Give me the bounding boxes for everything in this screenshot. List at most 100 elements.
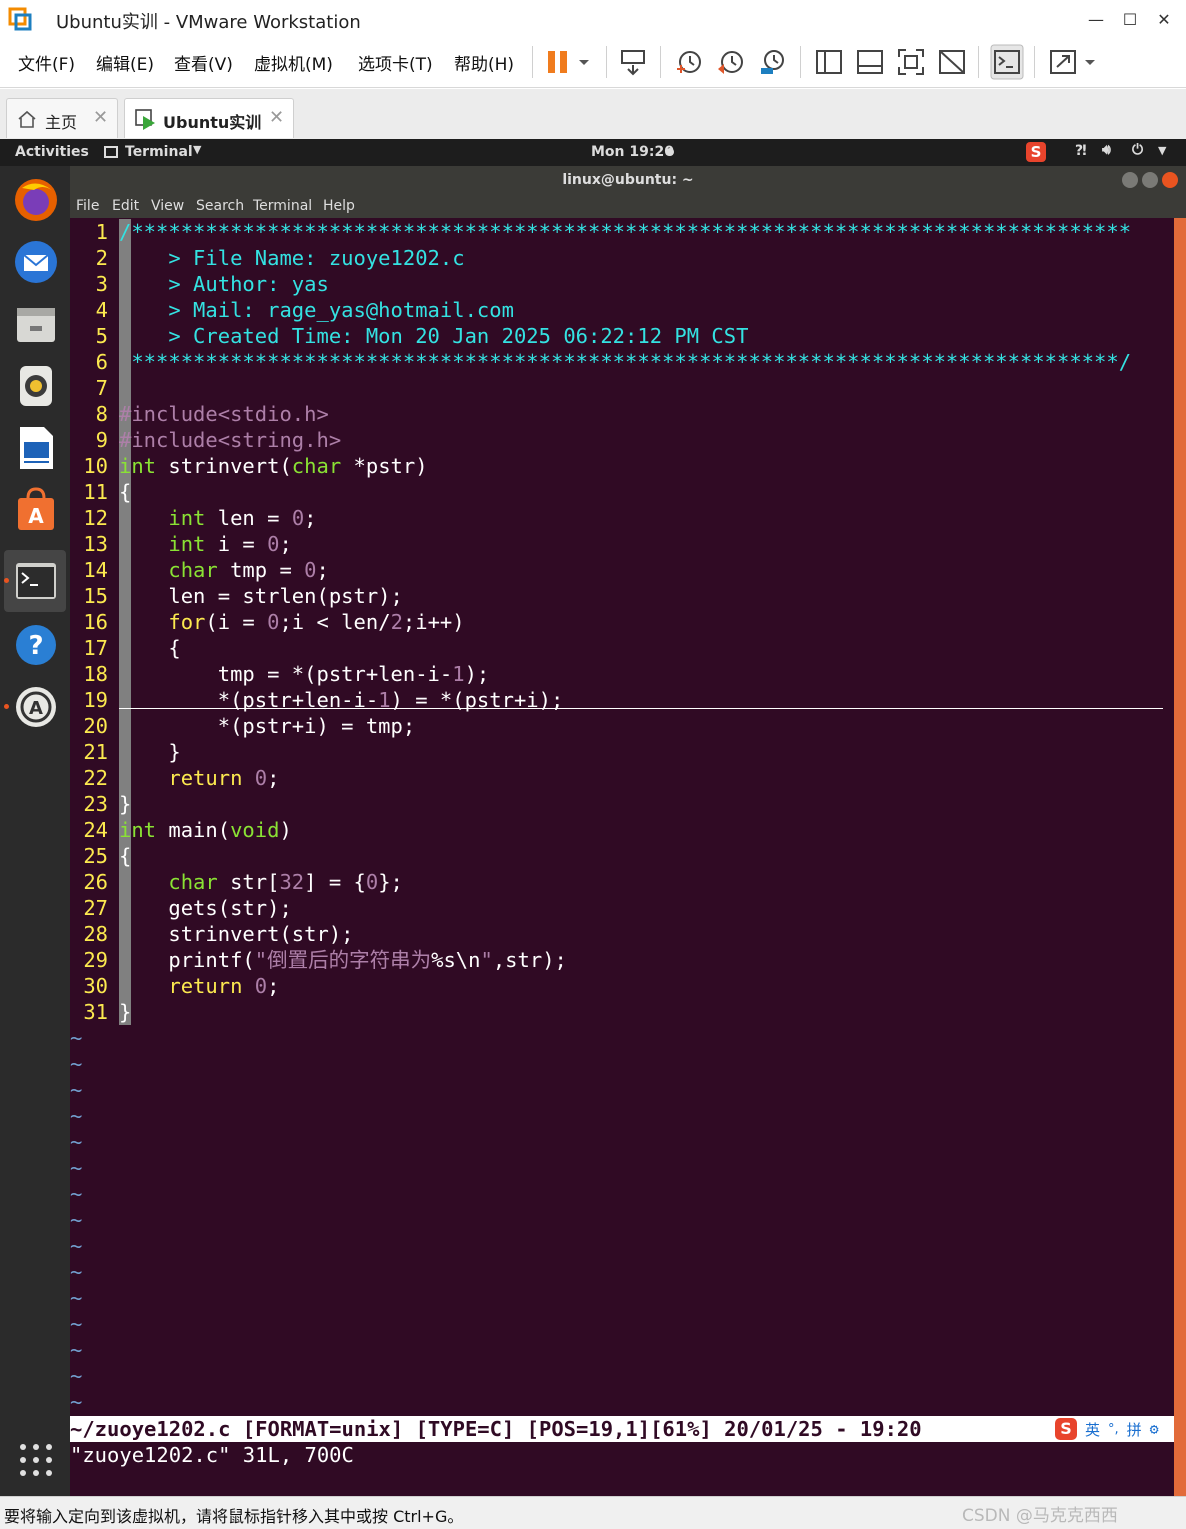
code-token: "倒置后的字符串为: [254, 948, 432, 972]
sogou-tray-icon[interactable]: S: [1026, 142, 1046, 162]
volume-icon[interactable]: 🔊︎: [1102, 142, 1111, 158]
code-token: for: [168, 610, 206, 634]
terminal-menu-edit[interactable]: Edit: [112, 198, 139, 214]
show-applications-icon[interactable]: [18, 1442, 54, 1478]
rhythmbox-icon[interactable]: [12, 362, 60, 410]
gnome-topbar: Activities Terminal ▼ Mon 19:20 S ⁈ 🔊︎ ⏻…: [0, 139, 1186, 166]
console-view-icon[interactable]: [990, 44, 1024, 80]
thumbnail-icon[interactable]: [855, 47, 885, 77]
close-button[interactable]: ✕: [1146, 4, 1182, 34]
terminal-menu-file[interactable]: File: [76, 198, 99, 214]
ime-pinyin[interactable]: 拼: [1127, 1419, 1142, 1440]
snapshot-icon[interactable]: [674, 47, 704, 77]
pause-icon[interactable]: [544, 47, 574, 77]
vmware-logo-icon: [8, 7, 32, 31]
vm-display[interactable]: Activities Terminal ▼ Mon 19:20 S ⁈ 🔊︎ ⏻…: [0, 139, 1186, 1496]
clock[interactable]: Mon 19:20: [591, 144, 674, 160]
writer-icon[interactable]: [12, 424, 60, 472]
snapshot-manager-icon[interactable]: [758, 47, 788, 77]
ime-toolbar[interactable]: S 英 °, 拼 ⚙: [1053, 1416, 1173, 1442]
ime-mode[interactable]: 英: [1085, 1419, 1100, 1440]
code-line: *(pstr+len-i-1) = *(pstr+i);: [119, 687, 564, 713]
terminal-close-button[interactable]: [1162, 172, 1178, 188]
code-token: ,str);: [492, 948, 567, 972]
code-line: #include<stdio.h>: [119, 401, 329, 427]
empty-line-tilde: ~: [70, 1052, 83, 1076]
software-icon[interactable]: A: [12, 486, 60, 534]
code-token: /***************************************…: [119, 220, 1132, 244]
empty-line-tilde: ~: [70, 1208, 83, 1232]
menu-vm[interactable]: 虚拟机(M): [254, 50, 333, 75]
line-number: 31: [83, 1000, 108, 1024]
status-hint: 要将输入定向到该虚拟机，请将鼠标指针移入其中或按 Ctrl+G。: [4, 1507, 464, 1526]
tab-home[interactable]: 主页 ✕: [6, 98, 118, 138]
app-menu[interactable]: Terminal: [125, 144, 193, 160]
home-icon: [18, 110, 36, 128]
help-icon[interactable]: ?: [12, 621, 60, 669]
code-token: strinvert(str);: [119, 922, 354, 946]
terminal-menu-search[interactable]: Search: [196, 198, 244, 214]
menu-file[interactable]: 文件(F): [18, 50, 75, 75]
code-token: main(: [156, 818, 231, 842]
system-menu-chevron-icon[interactable]: ▼: [1158, 144, 1166, 157]
sidebar-icon[interactable]: [814, 47, 844, 77]
fullscreen-icon[interactable]: [896, 47, 926, 77]
terminal-maximize-button[interactable]: [1142, 172, 1158, 188]
thunderbird-icon[interactable]: [12, 238, 60, 286]
code-token: len = strlen(pstr);: [119, 584, 403, 608]
menu-help[interactable]: 帮助(H): [454, 50, 514, 75]
code-token: );: [464, 662, 490, 686]
line-number: 11: [83, 480, 108, 504]
window-titlebar: Ubuntu实训 - VMware Workstation — ☐ ✕: [0, 0, 1186, 38]
network-icon[interactable]: ⁈: [1075, 143, 1087, 159]
code-token: {: [119, 480, 132, 504]
unity-icon[interactable]: [937, 47, 967, 77]
code-line: int i = 0;: [119, 531, 291, 557]
terminal-icon[interactable]: [12, 557, 60, 605]
line-number: 13: [83, 532, 108, 556]
code-line: ****************************************…: [119, 349, 1131, 375]
code-line: /***************************************…: [119, 219, 1131, 245]
terminal-minimize-button[interactable]: [1122, 172, 1138, 188]
ime-punct[interactable]: °,: [1108, 1422, 1119, 1437]
dropdown-icon[interactable]: [574, 47, 594, 77]
updater-icon[interactable]: A: [12, 683, 60, 731]
code-line: char tmp = 0;: [119, 557, 328, 583]
stretch-icon[interactable]: [1048, 47, 1078, 77]
code-token: ;i++): [402, 610, 465, 634]
app-menu-chevron-icon[interactable]: ▼: [193, 143, 201, 156]
line-number: 9: [95, 428, 108, 452]
maximize-button[interactable]: ☐: [1112, 4, 1148, 34]
terminal-scrollbar[interactable]: [1174, 218, 1186, 1496]
stretch-dropdown-icon[interactable]: [1080, 47, 1100, 77]
terminal-menu-help[interactable]: Help: [323, 198, 355, 214]
line-number: 29: [83, 948, 108, 972]
code-token: printf(: [119, 948, 255, 972]
tab-home-close-icon[interactable]: ✕: [93, 107, 108, 128]
send-ctrl-alt-del-icon[interactable]: [618, 47, 648, 77]
line-number: 10: [83, 454, 108, 478]
menu-view[interactable]: 查看(V): [174, 50, 233, 75]
terminal-window[interactable]: linux@ubuntu: ~ File Edit View Search Te…: [70, 166, 1186, 1496]
tab-ubuntu[interactable]: Ubuntu实训 ✕: [124, 98, 294, 138]
code-line: int len = 0;: [119, 505, 316, 531]
menu-edit[interactable]: 编辑(E): [96, 50, 154, 75]
menu-tabs[interactable]: 选项卡(T): [358, 50, 433, 75]
code-token: return: [168, 974, 243, 998]
code-token: *pstr): [341, 454, 428, 478]
activities-button[interactable]: Activities: [15, 144, 89, 160]
revert-snapshot-icon[interactable]: [716, 47, 746, 77]
minimize-button[interactable]: —: [1078, 4, 1114, 34]
files-icon[interactable]: [12, 300, 60, 348]
terminal-menu-terminal[interactable]: Terminal: [253, 198, 312, 214]
code-token: > Author: yas: [119, 272, 329, 296]
terminal-title: linux@ubuntu: ~: [70, 166, 1186, 194]
power-icon[interactable]: ⏻: [1132, 142, 1143, 158]
terminal-menu-view[interactable]: View: [151, 198, 184, 214]
vim-editor[interactable]: 1 /**************************************…: [70, 218, 1174, 1496]
firefox-icon[interactable]: [12, 176, 60, 224]
tab-ubuntu-close-icon[interactable]: ✕: [269, 107, 284, 128]
gear-icon[interactable]: ⚙: [1150, 1420, 1159, 1438]
